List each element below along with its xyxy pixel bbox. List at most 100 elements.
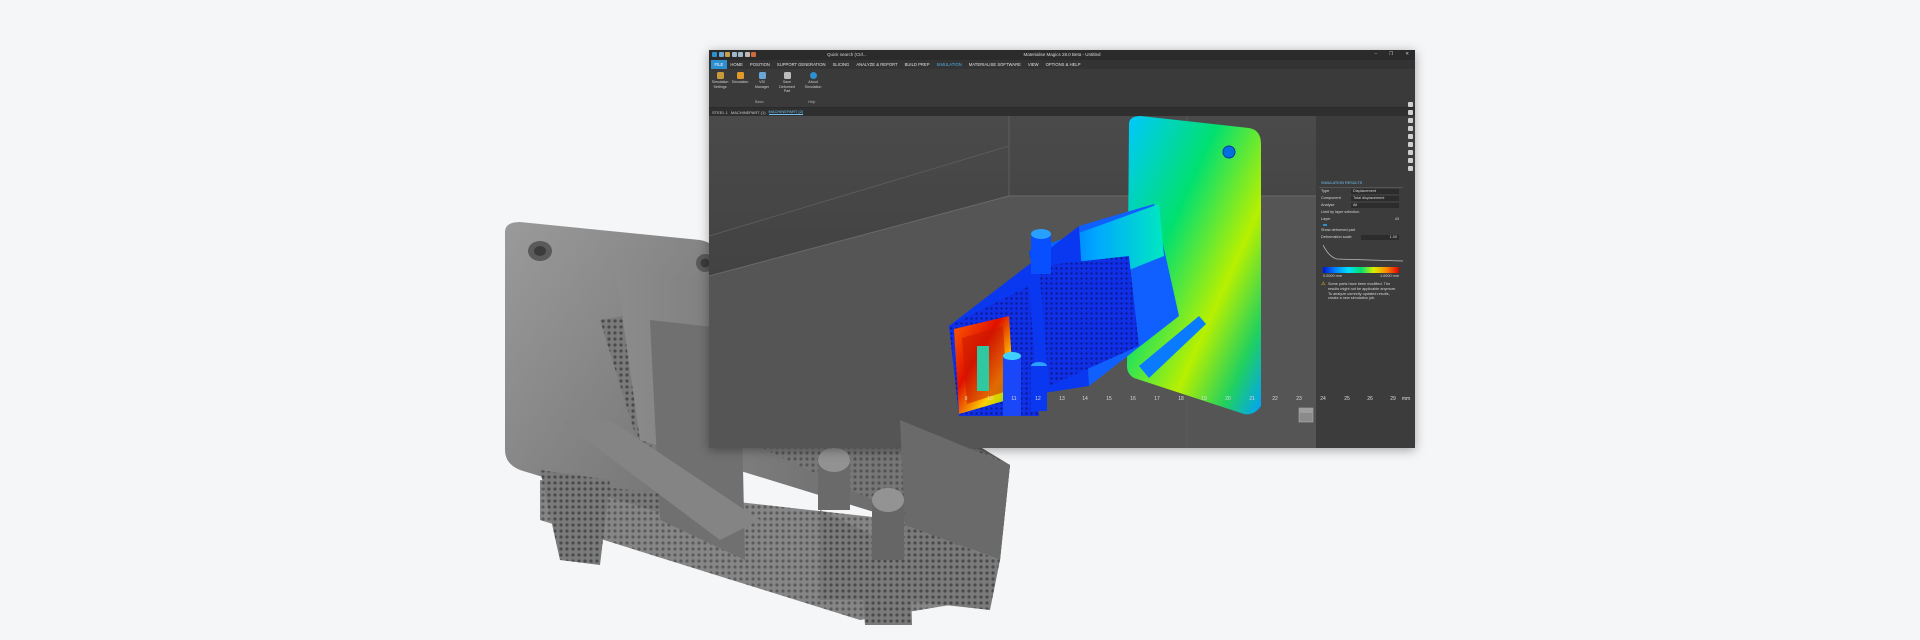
menu-support-generation[interactable]: SUPPORT GENERATION bbox=[773, 60, 829, 69]
ruler-tick: 13 bbox=[1059, 396, 1065, 402]
layer-slider[interactable] bbox=[1323, 224, 1327, 226]
window-controls: – ❐ ✕ bbox=[1375, 51, 1409, 57]
info-icon bbox=[809, 72, 817, 79]
grid-icon[interactable] bbox=[1407, 142, 1413, 147]
save-part-icon bbox=[783, 72, 791, 79]
scene-tab-steel[interactable]: STEEL 1 bbox=[712, 110, 728, 115]
ruler-tick: 24 bbox=[1320, 396, 1326, 402]
ruler-tick: 29 bbox=[1390, 396, 1396, 402]
simulation-label: Simulation bbox=[731, 80, 749, 84]
ruler-tick: 18 bbox=[1178, 396, 1184, 402]
ruler-tick: 19 bbox=[1201, 396, 1207, 402]
select-tool-icon[interactable] bbox=[1407, 102, 1413, 107]
save-deformed-part-label: Save Deformed Part bbox=[779, 80, 795, 94]
legend-max: 1.0000 mm bbox=[1380, 274, 1399, 278]
menu-view[interactable]: VIEW bbox=[1024, 60, 1042, 69]
component-row: Component Total displacement bbox=[1319, 195, 1403, 202]
limit-by-layer-checkbox[interactable]: Limit by layer selection bbox=[1319, 209, 1403, 216]
simulation-button[interactable]: Simulation bbox=[731, 72, 749, 85]
measure-icon[interactable] bbox=[1407, 118, 1413, 123]
camera-icon[interactable] bbox=[1407, 158, 1413, 163]
panel-header: SIMULATION RESULTS bbox=[1319, 180, 1403, 188]
light-icon[interactable] bbox=[1407, 150, 1413, 155]
scene-tab-machinepart-2[interactable]: MACHINEPART (2) bbox=[768, 109, 804, 115]
ruler-tick: 15 bbox=[1106, 396, 1112, 402]
deformation-scale-row: Deformation scale 1.00 bbox=[1319, 234, 1403, 241]
about-simulation-label: About Simulation bbox=[804, 80, 822, 89]
warning-note: ⚠ Some parts have been modified. The res… bbox=[1321, 282, 1401, 301]
deformation-scale-label: Deformation scale bbox=[1321, 235, 1352, 239]
vsi-manager-label: VSI Manager bbox=[754, 80, 770, 89]
wrench-icon[interactable] bbox=[1407, 110, 1413, 115]
legend-range: 0.0000 mm 1.0000 mm bbox=[1323, 274, 1399, 278]
window-title: Materialise Magics 28.0 Beta - Untitled bbox=[1023, 52, 1101, 57]
info-icon[interactable] bbox=[1407, 166, 1413, 171]
scene-tabs: STEEL 1 MACHINEPART (1) MACHINEPART (2) bbox=[709, 108, 1415, 116]
type-row: Type Displacement bbox=[1319, 188, 1403, 195]
right-toolbar bbox=[1406, 102, 1414, 252]
deformation-scale-input[interactable]: 1.00 bbox=[1361, 235, 1399, 240]
ruler-tick: 14 bbox=[1082, 396, 1088, 402]
ruler-tick: 20 bbox=[1225, 396, 1231, 402]
menu-simulation[interactable]: SIMULATION bbox=[933, 60, 965, 69]
ruler-tick: 23 bbox=[1296, 396, 1302, 402]
ruler-tick: 10 bbox=[987, 396, 993, 402]
view-cube-icon[interactable] bbox=[1298, 407, 1314, 423]
ruler-tick: 12 bbox=[1035, 396, 1041, 402]
layer-value: 43 bbox=[1394, 217, 1399, 221]
legend-min: 0.0000 mm bbox=[1323, 274, 1342, 278]
type-label: Type bbox=[1321, 189, 1330, 193]
ruler: 9 10 11 12 13 14 15 16 17 18 19 20 21 22… bbox=[709, 395, 1411, 405]
analyse-row: Analyse All bbox=[1319, 202, 1403, 209]
color-legend bbox=[1323, 267, 1399, 273]
ribbon: Simulation Settings Simulation VSI Manag… bbox=[709, 69, 1415, 108]
type-select[interactable]: Displacement bbox=[1351, 189, 1399, 194]
layers-icon[interactable] bbox=[1407, 134, 1413, 139]
ruler-tick: 17 bbox=[1154, 396, 1160, 402]
ruler-tick: 25 bbox=[1344, 396, 1350, 402]
minimize-icon[interactable]: – bbox=[1375, 51, 1378, 57]
manager-icon bbox=[758, 72, 766, 79]
menu-home[interactable]: HOME bbox=[727, 60, 747, 69]
scene-tab-machinepart-1[interactable]: MACHINEPART (1) bbox=[731, 110, 766, 115]
menu-materialise-software[interactable]: MATERIALISE SOFTWARE bbox=[965, 60, 1024, 69]
magics-window: Quick search (Ctrl... Materialise Magics… bbox=[709, 50, 1415, 448]
simulation-settings-button[interactable]: Simulation Settings bbox=[711, 72, 729, 89]
simulation-results-panel: SIMULATION RESULTS Type Displacement Com… bbox=[1319, 180, 1404, 330]
menu-analyze-report[interactable]: ANALYZE & REPORT bbox=[853, 60, 901, 69]
ruler-tick: 26 bbox=[1367, 396, 1373, 402]
vsi-manager-button[interactable]: VSI Manager bbox=[753, 72, 771, 89]
close-icon[interactable]: ✕ bbox=[1405, 51, 1409, 57]
ruler-unit: mm bbox=[1401, 396, 1411, 402]
menu-position[interactable]: POSITION bbox=[746, 60, 773, 69]
simulation-settings-label: Simulation Settings bbox=[711, 80, 729, 89]
ruler-tick: 9 bbox=[964, 396, 968, 402]
save-deformed-part-button[interactable]: Save Deformed Part bbox=[776, 72, 798, 94]
title-bar: Quick search (Ctrl... Materialise Magics… bbox=[709, 50, 1415, 60]
warning-icon: ⚠ bbox=[1321, 281, 1326, 287]
simulation-icon bbox=[736, 72, 744, 79]
ruler-tick: 21 bbox=[1249, 396, 1255, 402]
menu-build-prep[interactable]: BUILD PREP bbox=[901, 60, 933, 69]
ruler-tick: 16 bbox=[1130, 396, 1136, 402]
menu-file[interactable]: FILE bbox=[711, 60, 727, 69]
analyse-label: Analyse bbox=[1321, 203, 1335, 207]
component-label: Component bbox=[1321, 196, 1341, 200]
menu-bar: FILE HOME POSITION SUPPORT GENERATION SL… bbox=[709, 60, 1415, 69]
show-deformed-checkbox[interactable]: Show deformed part bbox=[1319, 227, 1403, 234]
warning-text: Some parts have been modified. The resul… bbox=[1328, 282, 1397, 301]
group-label-help: Help bbox=[808, 100, 816, 104]
layer-label: Layer bbox=[1321, 217, 1331, 221]
histogram bbox=[1322, 244, 1404, 262]
maximize-icon[interactable]: ❐ bbox=[1389, 51, 1393, 57]
menu-slicing[interactable]: SLICING bbox=[829, 60, 853, 69]
layer-row: Layer 43 bbox=[1319, 216, 1403, 223]
ruler-tick: 22 bbox=[1272, 396, 1278, 402]
menu-options-help[interactable]: OPTIONS & HELP bbox=[1042, 60, 1084, 69]
about-simulation-button[interactable]: About Simulation bbox=[804, 72, 822, 89]
group-label-basic: Basic bbox=[755, 100, 764, 104]
rotate-icon[interactable] bbox=[1407, 126, 1413, 131]
ruler-tick: 11 bbox=[1011, 396, 1017, 402]
analyse-select[interactable]: All bbox=[1351, 203, 1399, 208]
component-select[interactable]: Total displacement bbox=[1351, 196, 1399, 201]
